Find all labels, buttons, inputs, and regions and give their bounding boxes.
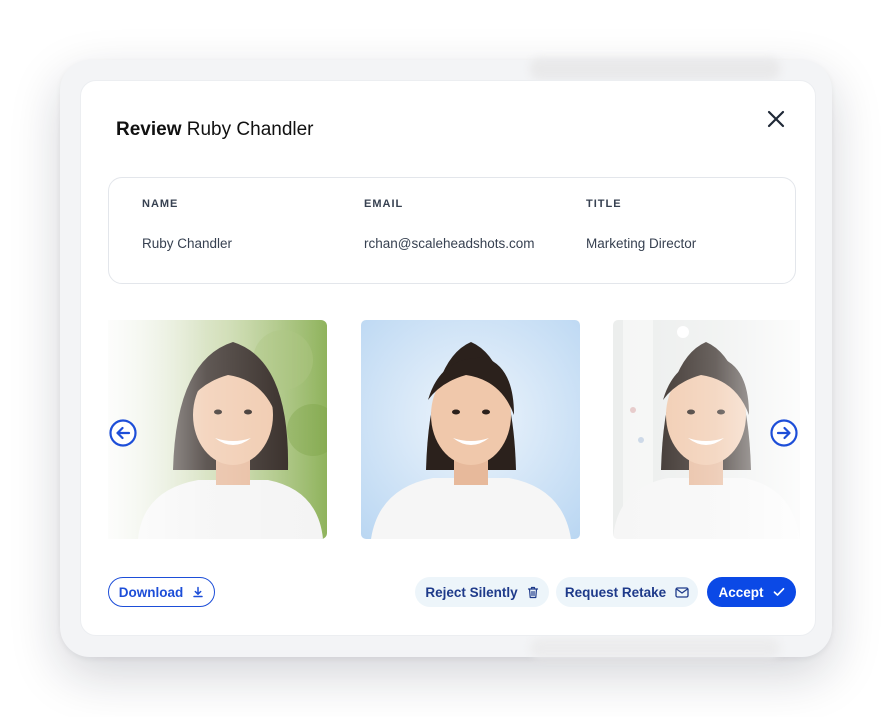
email-value: rchan@scaleheadshots.com bbox=[364, 236, 535, 251]
accept-button-label: Accept bbox=[718, 584, 764, 600]
headshot-photo-2[interactable] bbox=[361, 320, 580, 539]
reject-silently-button[interactable]: Reject Silently bbox=[415, 577, 549, 607]
name-value: Ruby Chandler bbox=[142, 236, 233, 251]
name-header: NAME bbox=[142, 198, 179, 210]
retake-button-label: Request Retake bbox=[564, 584, 667, 600]
download-button-label: Download bbox=[118, 584, 184, 600]
close-icon bbox=[767, 110, 785, 128]
close-button[interactable] bbox=[765, 108, 787, 130]
decorative-glow-top bbox=[530, 58, 780, 80]
download-icon bbox=[193, 586, 203, 598]
trash-icon bbox=[527, 586, 538, 598]
reject-button-label: Reject Silently bbox=[425, 584, 518, 600]
arrow-left-icon bbox=[109, 419, 137, 447]
title-value: Marketing Director bbox=[586, 236, 697, 251]
download-button[interactable]: Download bbox=[108, 577, 215, 607]
title-column: TITLE Marketing Director bbox=[586, 198, 696, 251]
employee-info-panel: NAME Ruby Chandler EMAIL rchan@scalehead… bbox=[108, 177, 796, 284]
arrow-right-icon bbox=[770, 419, 798, 447]
next-photo-button[interactable] bbox=[770, 419, 798, 447]
previous-photo-button[interactable] bbox=[109, 419, 137, 447]
title-header: TITLE bbox=[586, 198, 622, 210]
page: Review Ruby Chandler NAME Ruby Chandler … bbox=[0, 0, 893, 717]
modal-title: Review Ruby Chandler bbox=[116, 119, 314, 141]
review-modal: Review Ruby Chandler NAME Ruby Chandler … bbox=[80, 80, 816, 636]
modal-title-bold: Review bbox=[116, 119, 182, 140]
check-icon bbox=[773, 587, 784, 596]
email-header: EMAIL bbox=[364, 198, 404, 210]
mail-icon bbox=[675, 586, 689, 598]
headshot-photo-1[interactable] bbox=[108, 320, 327, 539]
accept-button[interactable]: Accept bbox=[707, 577, 796, 607]
email-column: EMAIL rchan@scaleheadshots.com bbox=[364, 198, 535, 251]
modal-title-name: Ruby Chandler bbox=[186, 119, 314, 140]
request-retake-button[interactable]: Request Retake bbox=[556, 577, 698, 607]
decorative-glow-bottom bbox=[530, 638, 780, 658]
name-column: NAME Ruby Chandler bbox=[142, 198, 232, 251]
